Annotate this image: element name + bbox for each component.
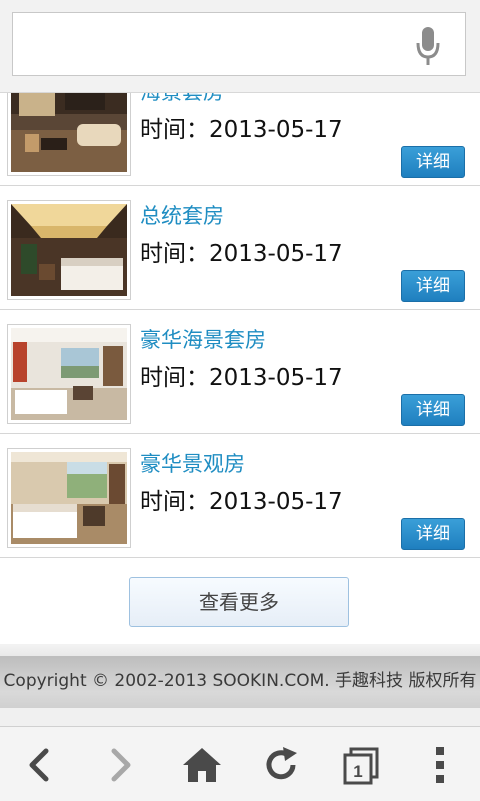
tabs-icon[interactable]: 1 (339, 743, 383, 787)
browser-nav-bar: 1 (0, 726, 480, 801)
detail-button[interactable]: 详细 (401, 518, 465, 550)
list-item[interactable]: 总统套房 时间：2013-05-17 详细 (0, 186, 480, 310)
room-date: 时间：2013-05-17 (140, 489, 343, 515)
detail-button[interactable]: 详细 (401, 270, 465, 302)
room-date: 时间：2013-05-17 (140, 365, 343, 391)
room-thumbnail[interactable] (7, 324, 131, 424)
room-date: 时间：2013-05-17 (140, 241, 343, 267)
back-arrow-icon[interactable] (18, 743, 62, 787)
footer: Copyright © 2002-2013 SOOKIN.COM. 手趣科技 版… (0, 644, 480, 726)
tabs-count: 1 (353, 762, 362, 781)
room-title[interactable]: 豪华景观房 (140, 448, 245, 478)
forward-arrow-icon[interactable] (98, 743, 142, 787)
search-input[interactable] (12, 12, 466, 76)
detail-button[interactable]: 详细 (401, 146, 465, 178)
room-thumbnail[interactable] (7, 448, 131, 548)
detail-button[interactable]: 详细 (401, 394, 465, 426)
list-item[interactable]: 豪华海景套房 时间：2013-05-17 详细 (0, 310, 480, 434)
browser-top-bar (0, 0, 480, 93)
room-thumbnail[interactable] (7, 200, 131, 300)
overflow-menu-icon[interactable] (418, 743, 462, 787)
home-icon[interactable] (180, 743, 224, 787)
room-title[interactable]: 豪华海景套房 (140, 324, 266, 354)
load-more-button[interactable]: 查看更多 (129, 577, 349, 627)
reload-icon[interactable] (259, 743, 303, 787)
list-item[interactable]: 豪华景观房 时间：2013-05-17 详细 (0, 434, 480, 558)
microphone-icon[interactable] (415, 27, 441, 65)
room-date: 时间：2013-05-17 (140, 117, 343, 143)
load-more-area: 查看更多 (0, 560, 480, 644)
copyright-text: Copyright © 2002-2013 SOOKIN.COM. 手趣科技 版… (3, 671, 477, 691)
room-title[interactable]: 总统套房 (140, 200, 224, 230)
